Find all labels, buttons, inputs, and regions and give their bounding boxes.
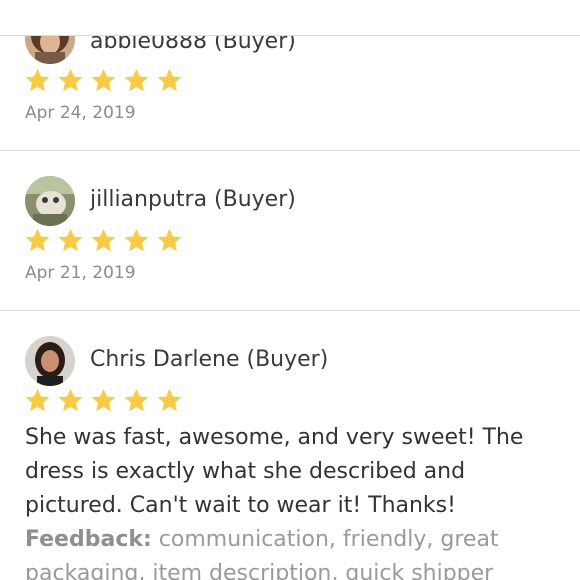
star-icon <box>91 228 116 252</box>
review-item: Chris Darlene (Buyer) She was fast, awes… <box>0 311 580 580</box>
star-icon <box>58 228 83 252</box>
review-item: jillianputra (Buyer) Apr 21, 2019 <box>0 151 580 311</box>
reviewer-name[interactable]: jillianputra (Buyer) <box>90 187 296 213</box>
feedback-label: Feedback: <box>25 527 152 552</box>
star-icon <box>157 388 182 412</box>
star-icon <box>25 228 50 252</box>
star-icon <box>124 388 149 412</box>
star-icon <box>157 228 182 252</box>
star-icon <box>124 68 149 92</box>
star-icon <box>25 68 50 92</box>
avatar[interactable] <box>25 336 75 386</box>
star-icon <box>58 388 83 412</box>
review-list: abbie0888 (Buyer) Apr 24, 2019 jillianpu… <box>0 0 580 580</box>
review-date: Apr 21, 2019 <box>25 263 136 283</box>
reviewer-name[interactable]: Chris Darlene (Buyer) <box>90 347 328 373</box>
avatar[interactable] <box>25 176 75 226</box>
star-rating <box>24 227 183 255</box>
star-icon <box>58 68 83 92</box>
review-comment: She was fast, awesome, and very sweet! T… <box>25 425 524 518</box>
star-icon <box>91 388 116 412</box>
star-rating <box>24 67 183 95</box>
star-rating <box>24 387 183 415</box>
review-date: Apr 24, 2019 <box>25 103 136 123</box>
star-icon <box>124 228 149 252</box>
top-bar <box>0 0 580 36</box>
review-feedback: Feedback: communication, friendly, great… <box>25 523 575 580</box>
star-icon <box>157 68 182 92</box>
star-icon <box>25 388 50 412</box>
star-icon <box>91 68 116 92</box>
